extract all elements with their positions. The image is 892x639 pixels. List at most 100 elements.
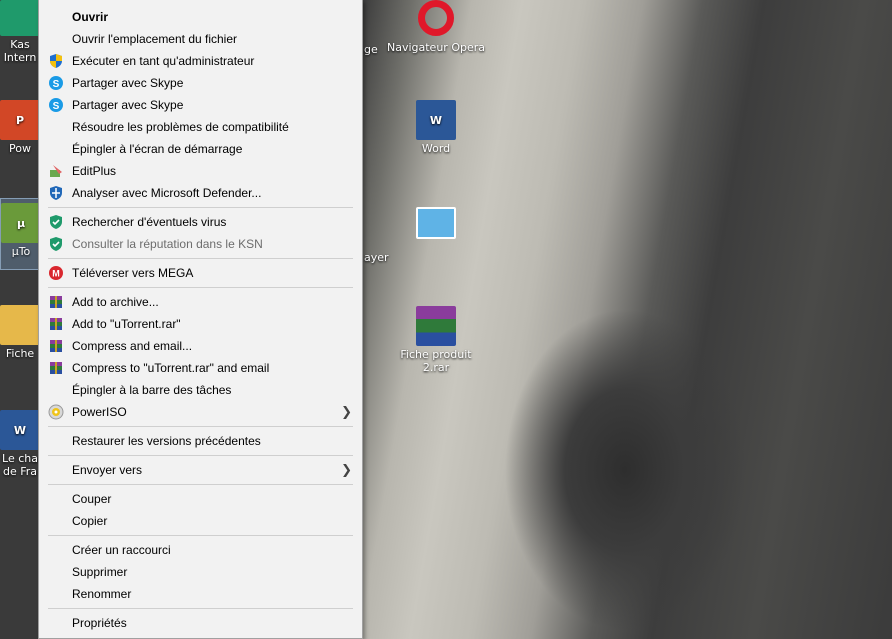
desktop-icon-word-doc[interactable]: W Le cha de Fra xyxy=(0,410,40,478)
menu-item-label: Couper xyxy=(72,492,112,506)
menu-item-label: Ouvrir l'emplacement du fichier xyxy=(72,32,238,46)
powerpoint-icon: P xyxy=(0,100,40,140)
menu-item-executer-en-tant-qu-administrateur[interactable]: Exécuter en tant qu'administrateur xyxy=(39,50,362,72)
menu-item-analyser-avec-microsoft-defender[interactable]: Analyser avec Microsoft Defender... xyxy=(39,182,362,204)
menu-item-compress-to-utorrent-rar-and-email[interactable]: Compress to "uTorrent.rar" and email xyxy=(39,357,362,379)
poweriso-icon xyxy=(48,404,64,420)
skype-icon: S xyxy=(48,75,64,91)
desktop-label-fragment: ayer xyxy=(364,251,389,264)
menu-item-rechercher-d-eventuels-virus[interactable]: Rechercher d'éventuels virus xyxy=(39,211,362,233)
desktop-label-fragment: ge xyxy=(364,43,378,56)
svg-text:S: S xyxy=(53,79,60,90)
menu-item-ouvrir[interactable]: Ouvrir xyxy=(39,6,362,28)
menu-item-label: Propriétés xyxy=(72,616,127,630)
desktop-icon-label: Pow xyxy=(9,142,31,155)
menu-item-add-to-archive[interactable]: Add to archive... xyxy=(39,291,362,313)
menu-item-proprietes[interactable]: Propriétés xyxy=(39,612,362,634)
menu-item-copier[interactable]: Copier xyxy=(39,510,362,532)
menu-item-renommer[interactable]: Renommer xyxy=(39,583,362,605)
utorrent-icon: µ xyxy=(1,203,41,243)
kaspersky-icon xyxy=(48,236,64,252)
folder-icon xyxy=(0,305,40,345)
menu-item-label: Créer un raccourci xyxy=(72,543,171,557)
menu-item-label: Compress and email... xyxy=(72,339,193,353)
menu-item-compress-and-email[interactable]: Compress and email... xyxy=(39,335,362,357)
winrar-icon xyxy=(48,294,64,310)
kaspersky-app-icon xyxy=(0,0,40,36)
desktop-icon-opera[interactable]: Navigateur Opera xyxy=(386,0,486,54)
desktop-icon-app[interactable] xyxy=(406,207,466,241)
menu-item-label: Partager avec Skype xyxy=(72,76,184,90)
defender-icon xyxy=(48,185,64,201)
desktop-icon-word[interactable]: W Word xyxy=(406,100,466,155)
chevron-right-icon: ❯ xyxy=(341,462,352,477)
menu-item-label: Résoudre les problèmes de compatibilité xyxy=(72,120,289,134)
desktop-icon-label: Le cha de Fra xyxy=(2,452,38,478)
menu-item-label: Add to "uTorrent.rar" xyxy=(72,317,181,331)
desktop-icon-kaspersky[interactable]: Kas Intern xyxy=(0,0,40,64)
menu-item-label: Copier xyxy=(72,514,108,528)
context-menu: Ouvrir Ouvrir l'emplacement du fichier Exé… xyxy=(38,0,363,639)
winrar-icon xyxy=(48,360,64,376)
menu-separator xyxy=(48,608,353,609)
menu-item-epingler-a-la-barre-des-taches[interactable]: Épingler à la barre des tâches xyxy=(39,379,362,401)
word-doc-icon: W xyxy=(0,410,40,450)
menu-item-label: Partager avec Skype xyxy=(72,98,184,112)
desktop-icon-utorrent[interactable]: µ µTo xyxy=(0,198,42,270)
menu-item-couper[interactable]: Couper xyxy=(39,488,362,510)
menu-item-creer-un-raccourci[interactable]: Créer un raccourci xyxy=(39,539,362,561)
menu-item-envoyer-vers[interactable]: Envoyer vers ❯ xyxy=(39,459,362,481)
desktop-icon-powerpoint[interactable]: P Pow xyxy=(0,100,40,155)
menu-item-label: Compress to "uTorrent.rar" and email xyxy=(72,361,270,375)
menu-separator xyxy=(48,207,353,208)
svg-text:S: S xyxy=(53,101,60,112)
menu-item-epingler-a-l-ecran-de-demarrage[interactable]: Épingler à l'écran de démarrage xyxy=(39,138,362,160)
menu-item-label: Ouvrir xyxy=(72,10,109,24)
menu-item-label: Épingler à la barre des tâches xyxy=(72,383,232,397)
menu-item-editplus[interactable]: EditPlus xyxy=(39,160,362,182)
menu-item-label: Renommer xyxy=(72,587,132,601)
menu-separator xyxy=(48,535,353,536)
menu-item-restaurer-les-versions-precedentes[interactable]: Restaurer les versions précédentes xyxy=(39,430,362,452)
menu-item-add-to-utorrent-rar[interactable]: Add to "uTorrent.rar" xyxy=(39,313,362,335)
menu-separator xyxy=(48,287,353,288)
menu-item-label: Add to archive... xyxy=(72,295,159,309)
menu-item-label: Rechercher d'éventuels virus xyxy=(72,215,227,229)
editplus-icon xyxy=(48,163,64,179)
winrar-archive-icon xyxy=(416,306,456,346)
desktop-icon-label: Fiche xyxy=(5,347,35,360)
menu-item-label: Analyser avec Microsoft Defender... xyxy=(72,186,262,200)
menu-item-televerser-vers-mega[interactable]: M Téléverser vers MEGA xyxy=(39,262,362,284)
kaspersky-icon xyxy=(48,214,64,230)
opera-icon xyxy=(418,0,454,36)
winrar-icon xyxy=(48,316,64,332)
menu-item-consulter-la-reputation-dans-le-ksn: Consulter la réputation dans le KSN xyxy=(39,233,362,255)
winrar-icon xyxy=(48,338,64,354)
menu-item-resoudre-les-problemes-de-compatibilite[interactable]: Résoudre les problèmes de compatibilité xyxy=(39,116,362,138)
menu-item-label: EditPlus xyxy=(72,164,117,178)
desktop-icon-label: Navigateur Opera xyxy=(386,41,485,54)
shield-icon xyxy=(48,53,64,69)
menu-item-label: Restaurer les versions précédentes xyxy=(72,434,261,448)
menu-separator xyxy=(48,455,353,456)
menu-separator xyxy=(48,426,353,427)
skype-icon: S xyxy=(48,97,64,113)
menu-item-poweriso[interactable]: PowerISO ❯ xyxy=(39,401,362,423)
chart-app-icon xyxy=(416,207,456,239)
menu-separator xyxy=(48,258,353,259)
desktop-icon-fiche[interactable]: Fiche xyxy=(0,305,40,360)
menu-item-ouvrir-l-emplacement-du-fichier[interactable]: Ouvrir l'emplacement du fichier xyxy=(39,28,362,50)
menu-item-partager-avec-skype[interactable]: S Partager avec Skype xyxy=(39,72,362,94)
desktop-icon-label: Kas Intern xyxy=(3,38,37,64)
menu-item-label: Téléverser vers MEGA xyxy=(72,266,194,280)
menu-item-supprimer[interactable]: Supprimer xyxy=(39,561,362,583)
menu-item-label: PowerISO xyxy=(72,405,127,419)
menu-item-label: Supprimer xyxy=(72,565,128,579)
desktop-icon-label: Fiche produit 2.rar xyxy=(400,348,472,374)
desktop-icon-rar[interactable]: Fiche produit 2.rar xyxy=(394,306,478,374)
menu-separator xyxy=(48,484,353,485)
menu-item-partager-avec-skype[interactable]: S Partager avec Skype xyxy=(39,94,362,116)
desktop-icon-label: Word xyxy=(421,142,451,155)
menu-item-label: Consulter la réputation dans le KSN xyxy=(72,237,263,251)
mega-icon: M xyxy=(48,265,64,281)
